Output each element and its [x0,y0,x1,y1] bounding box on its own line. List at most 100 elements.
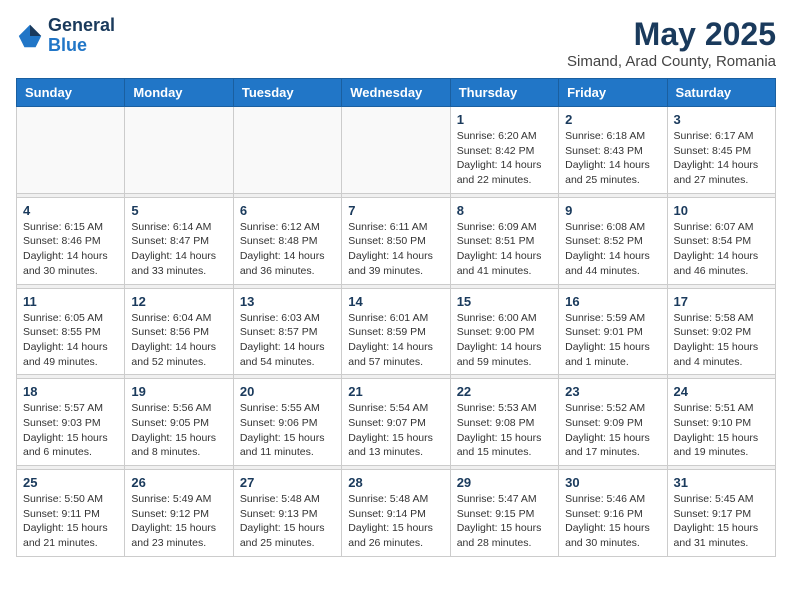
day-info: Sunrise: 5:48 AM Sunset: 9:14 PM Dayligh… [348,492,443,551]
day-number: 27 [240,475,335,490]
week-row-4: 18 Sunrise: 5:57 AM Sunset: 9:03 PM Dayli… [17,379,776,466]
day-number: 1 [457,112,552,127]
day-info: Sunrise: 5:54 AM Sunset: 9:07 PM Dayligh… [348,401,443,460]
day-number: 29 [457,475,552,490]
calendar-cell: 10 Sunrise: 6:07 AM Sunset: 8:54 PM Dayli… [667,197,775,284]
calendar-cell [125,107,233,194]
day-number: 23 [565,384,660,399]
day-number: 16 [565,294,660,309]
day-number: 17 [674,294,769,309]
week-row-5: 25Sunrise: 5:50 AM Sunset: 9:11 PM Dayli… [17,470,776,557]
calendar-cell: 2 Sunrise: 6:18 AM Sunset: 8:43 PM Daylig… [559,107,667,194]
day-info: Sunrise: 5:58 AM Sunset: 9:02 PM Dayligh… [674,311,769,370]
calendar-cell [17,107,125,194]
day-number: 2 [565,112,660,127]
main-title: May 2025 [567,16,776,53]
calendar-cell: 30Sunrise: 5:46 AM Sunset: 9:16 PM Dayli… [559,470,667,557]
calendar-cell: 17 Sunrise: 5:58 AM Sunset: 9:02 PM Dayli… [667,288,775,375]
calendar-cell: 4Sunrise: 6:15 AM Sunset: 8:46 PM Daylig… [17,197,125,284]
weekday-header-sunday: Sunday [17,79,125,107]
week-row-1: 1 Sunrise: 6:20 AM Sunset: 8:42 PM Daylig… [17,107,776,194]
day-number: 10 [674,203,769,218]
calendar-cell [233,107,341,194]
day-number: 7 [348,203,443,218]
day-info: Sunrise: 6:12 AM Sunset: 8:48 PM Dayligh… [240,220,335,279]
calendar: SundayMondayTuesdayWednesdayThursdayFrid… [16,78,776,557]
calendar-cell: 20 Sunrise: 5:55 AM Sunset: 9:06 PM Dayli… [233,379,341,466]
calendar-cell: 18 Sunrise: 5:57 AM Sunset: 9:03 PM Dayli… [17,379,125,466]
day-number: 25 [23,475,118,490]
calendar-cell: 9 Sunrise: 6:08 AM Sunset: 8:52 PM Daylig… [559,197,667,284]
weekday-header-row: SundayMondayTuesdayWednesdayThursdayFrid… [17,79,776,107]
day-number: 14 [348,294,443,309]
calendar-cell [342,107,450,194]
calendar-cell: 13Sunrise: 6:03 AM Sunset: 8:57 PM Dayli… [233,288,341,375]
day-number: 9 [565,203,660,218]
calendar-cell: 15 Sunrise: 6:00 AM Sunset: 9:00 PM Dayli… [450,288,558,375]
calendar-cell: 19 Sunrise: 5:56 AM Sunset: 9:05 PM Dayli… [125,379,233,466]
day-info: Sunrise: 6:18 AM Sunset: 8:43 PM Dayligh… [565,129,660,188]
day-info: Sunrise: 5:55 AM Sunset: 9:06 PM Dayligh… [240,401,335,460]
calendar-cell: 24 Sunrise: 5:51 AM Sunset: 9:10 PM Dayli… [667,379,775,466]
day-number: 22 [457,384,552,399]
calendar-cell: 25Sunrise: 5:50 AM Sunset: 9:11 PM Dayli… [17,470,125,557]
day-info: Sunrise: 5:51 AM Sunset: 9:10 PM Dayligh… [674,401,769,460]
day-info: Sunrise: 5:47 AM Sunset: 9:15 PM Dayligh… [457,492,552,551]
calendar-cell: 12 Sunrise: 6:04 AM Sunset: 8:56 PM Dayli… [125,288,233,375]
day-number: 24 [674,384,769,399]
calendar-cell: 14 Sunrise: 6:01 AM Sunset: 8:59 PM Dayli… [342,288,450,375]
day-info: Sunrise: 6:20 AM Sunset: 8:42 PM Dayligh… [457,129,552,188]
calendar-cell: 26 Sunrise: 5:49 AM Sunset: 9:12 PM Dayli… [125,470,233,557]
day-info: Sunrise: 6:08 AM Sunset: 8:52 PM Dayligh… [565,220,660,279]
weekday-header-saturday: Saturday [667,79,775,107]
logo-text: General Blue [48,16,115,56]
day-info: Sunrise: 6:17 AM Sunset: 8:45 PM Dayligh… [674,129,769,188]
calendar-cell: 11Sunrise: 6:05 AM Sunset: 8:55 PM Dayli… [17,288,125,375]
day-info: Sunrise: 6:15 AM Sunset: 8:46 PM Dayligh… [23,220,118,279]
day-info: Sunrise: 6:07 AM Sunset: 8:54 PM Dayligh… [674,220,769,279]
day-info: Sunrise: 5:57 AM Sunset: 9:03 PM Dayligh… [23,401,118,460]
calendar-cell: 28 Sunrise: 5:48 AM Sunset: 9:14 PM Dayli… [342,470,450,557]
calendar-cell: 1 Sunrise: 6:20 AM Sunset: 8:42 PM Daylig… [450,107,558,194]
day-number: 21 [348,384,443,399]
day-info: Sunrise: 5:48 AM Sunset: 9:13 PM Dayligh… [240,492,335,551]
weekday-header-thursday: Thursday [450,79,558,107]
weekday-header-wednesday: Wednesday [342,79,450,107]
day-number: 18 [23,384,118,399]
day-info: Sunrise: 5:59 AM Sunset: 9:01 PM Dayligh… [565,311,660,370]
weekday-header-monday: Monday [125,79,233,107]
day-number: 5 [131,203,226,218]
day-number: 20 [240,384,335,399]
subtitle: Simand, Arad County, Romania [567,53,776,70]
day-info: Sunrise: 5:56 AM Sunset: 9:05 PM Dayligh… [131,401,226,460]
day-info: Sunrise: 6:01 AM Sunset: 8:59 PM Dayligh… [348,311,443,370]
logo-icon [16,22,44,50]
calendar-cell: 31Sunrise: 5:45 AM Sunset: 9:17 PM Dayli… [667,470,775,557]
day-info: Sunrise: 6:00 AM Sunset: 9:00 PM Dayligh… [457,311,552,370]
weekday-header-friday: Friday [559,79,667,107]
calendar-cell: 27 Sunrise: 5:48 AM Sunset: 9:13 PM Dayli… [233,470,341,557]
calendar-cell: 16 Sunrise: 5:59 AM Sunset: 9:01 PM Dayli… [559,288,667,375]
day-info: Sunrise: 6:11 AM Sunset: 8:50 PM Dayligh… [348,220,443,279]
day-number: 26 [131,475,226,490]
day-info: Sunrise: 5:49 AM Sunset: 9:12 PM Dayligh… [131,492,226,551]
day-info: Sunrise: 5:53 AM Sunset: 9:08 PM Dayligh… [457,401,552,460]
title-area: May 2025 Simand, Arad County, Romania [567,16,776,70]
day-number: 31 [674,475,769,490]
day-number: 8 [457,203,552,218]
day-number: 13 [240,294,335,309]
calendar-cell: 6 Sunrise: 6:12 AM Sunset: 8:48 PM Daylig… [233,197,341,284]
day-info: Sunrise: 6:04 AM Sunset: 8:56 PM Dayligh… [131,311,226,370]
week-row-3: 11Sunrise: 6:05 AM Sunset: 8:55 PM Dayli… [17,288,776,375]
day-number: 28 [348,475,443,490]
day-number: 19 [131,384,226,399]
day-info: Sunrise: 5:52 AM Sunset: 9:09 PM Dayligh… [565,401,660,460]
day-info: Sunrise: 6:14 AM Sunset: 8:47 PM Dayligh… [131,220,226,279]
weekday-header-tuesday: Tuesday [233,79,341,107]
day-number: 6 [240,203,335,218]
day-number: 15 [457,294,552,309]
calendar-cell: 23 Sunrise: 5:52 AM Sunset: 9:09 PM Dayli… [559,379,667,466]
day-info: Sunrise: 5:46 AM Sunset: 9:16 PM Dayligh… [565,492,660,551]
day-number: 12 [131,294,226,309]
calendar-cell: 22 Sunrise: 5:53 AM Sunset: 9:08 PM Dayli… [450,379,558,466]
